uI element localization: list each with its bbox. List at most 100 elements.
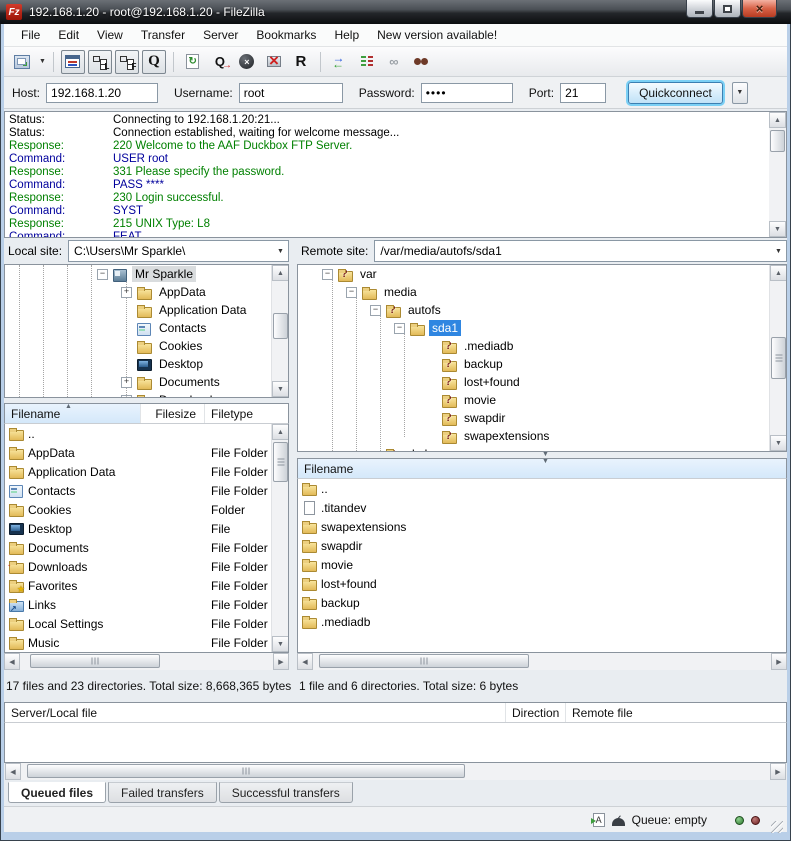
log-vertical-scrollbar[interactable]: ▲ ▼ bbox=[769, 112, 786, 237]
tree-expander[interactable] bbox=[97, 269, 108, 280]
tree-expander[interactable] bbox=[394, 323, 405, 334]
tree-node[interactable]: AppData bbox=[121, 283, 271, 301]
table-row[interactable]: .. bbox=[5, 424, 271, 443]
column-header-filename[interactable]: Filename ▼ bbox=[298, 459, 786, 478]
local-list-vertical-scrollbar[interactable]: ▲ ▼ bbox=[271, 424, 288, 652]
sash-collapse-icon[interactable]: ▼ bbox=[542, 451, 549, 458]
tree-node[interactable]: lost+found bbox=[426, 373, 769, 391]
scroll-down-arrow[interactable]: ▼ bbox=[272, 381, 289, 397]
site-manager-dropdown[interactable]: ▼ bbox=[39, 58, 46, 65]
table-row[interactable]: swapdir bbox=[298, 536, 786, 555]
reconnect-button[interactable]: R bbox=[289, 50, 313, 74]
scroll-down-arrow[interactable]: ▼ bbox=[770, 435, 787, 451]
tree-expander[interactable] bbox=[346, 287, 357, 298]
tree-node[interactable]: swapextensions bbox=[426, 427, 769, 445]
toggle-local-tree-button[interactable] bbox=[88, 50, 112, 74]
tree-node[interactable]: movie bbox=[426, 391, 769, 409]
local-list-horizontal-scrollbar[interactable]: ◀ ▶ bbox=[4, 653, 289, 670]
chevron-down-icon[interactable]: ▼ bbox=[273, 241, 288, 261]
table-row[interactable]: Music File Folder bbox=[5, 633, 271, 652]
local-site-combobox[interactable]: C:\Users\Mr Sparkle\ ▼ bbox=[68, 240, 289, 262]
tree-node[interactable]: sda1 bbox=[394, 319, 769, 337]
tree-node[interactable]: media bbox=[346, 283, 769, 301]
minimize-button[interactable] bbox=[686, 0, 713, 18]
table-row[interactable]: .mediadb bbox=[298, 612, 786, 631]
scroll-right-arrow[interactable]: ▶ bbox=[771, 653, 787, 670]
table-row[interactable]: Favorites File Folder bbox=[5, 576, 271, 595]
port-input[interactable] bbox=[560, 83, 606, 103]
tree-node[interactable]: Documents bbox=[121, 373, 271, 391]
table-row[interactable]: Downloads File Folder bbox=[5, 557, 271, 576]
maximize-button[interactable] bbox=[714, 0, 741, 18]
tree-node[interactable]: .mediadb bbox=[426, 337, 769, 355]
username-input[interactable] bbox=[239, 83, 343, 103]
table-row[interactable]: Contacts File Folder bbox=[5, 481, 271, 500]
tree-node[interactable]: Contacts bbox=[121, 319, 271, 337]
scroll-left-arrow[interactable]: ◀ bbox=[297, 653, 313, 670]
column-header-filetype[interactable]: Filetype bbox=[205, 404, 271, 423]
scroll-up-arrow[interactable]: ▲ bbox=[769, 112, 786, 128]
quickconnect-button[interactable]: Quickconnect bbox=[628, 82, 723, 104]
remote-list-horizontal-scrollbar[interactable]: ◀ ▶ bbox=[297, 653, 787, 670]
tree-node[interactable]: Application Data bbox=[121, 301, 271, 319]
table-row[interactable]: movie bbox=[298, 555, 786, 574]
password-input[interactable] bbox=[421, 83, 513, 103]
scrollbar-thumb[interactable] bbox=[771, 337, 786, 379]
column-header-server-local-file[interactable]: Server/Local file bbox=[5, 703, 506, 722]
tree-node[interactable]: var bbox=[322, 265, 769, 283]
tree-node[interactable]: Downloads bbox=[121, 391, 271, 398]
transfer-type-icon[interactable] bbox=[593, 813, 605, 827]
column-header-filesize[interactable]: Filesize bbox=[141, 404, 205, 423]
refresh-button[interactable] bbox=[181, 50, 205, 74]
column-header-remote-file[interactable]: Remote file bbox=[566, 703, 786, 722]
tree-node[interactable]: Desktop bbox=[121, 355, 271, 373]
scroll-up-arrow[interactable]: ▲ bbox=[770, 265, 787, 281]
scroll-left-arrow[interactable]: ◀ bbox=[4, 653, 20, 670]
column-header-filename[interactable]: Filename ▲ bbox=[5, 404, 141, 423]
file-search-button[interactable] bbox=[409, 50, 433, 74]
tree-node[interactable]: swapdir bbox=[426, 409, 769, 427]
link-button[interactable]: ∞ bbox=[382, 50, 406, 74]
table-row[interactable]: lost+found bbox=[298, 574, 786, 593]
scroll-left-arrow[interactable]: ◀ bbox=[5, 763, 21, 780]
resize-grip[interactable] bbox=[771, 821, 783, 833]
menu-item[interactable]: Edit bbox=[49, 25, 88, 45]
column-header-direction[interactable]: Direction bbox=[506, 703, 566, 722]
disconnect-button[interactable] bbox=[262, 50, 286, 74]
table-row[interactable]: Cookies Folder bbox=[5, 500, 271, 519]
speed-limits-icon[interactable] bbox=[612, 818, 625, 826]
local-tree-vertical-scrollbar[interactable]: ▲ ▼ bbox=[271, 265, 288, 397]
tree-expander[interactable] bbox=[121, 377, 132, 388]
scroll-up-arrow[interactable]: ▲ bbox=[272, 424, 289, 440]
remote-tree-vertical-scrollbar[interactable]: ▲ ▼ bbox=[769, 265, 786, 451]
site-manager-button[interactable] bbox=[10, 50, 34, 74]
tree-expander[interactable] bbox=[322, 269, 333, 280]
menu-item[interactable]: Help bbox=[325, 25, 368, 45]
table-row[interactable]: Application Data File Folder bbox=[5, 462, 271, 481]
host-input[interactable] bbox=[46, 83, 158, 103]
tree-node[interactable]: autofs bbox=[370, 301, 769, 319]
quickconnect-dropdown[interactable]: ▼ bbox=[732, 82, 748, 104]
table-row[interactable]: .. bbox=[298, 479, 786, 498]
table-row[interactable]: AppData File Folder bbox=[5, 443, 271, 462]
directory-comparison-button[interactable] bbox=[328, 50, 352, 74]
table-row[interactable]: Local Settings File Folder bbox=[5, 614, 271, 633]
scroll-down-arrow[interactable]: ▼ bbox=[769, 221, 786, 237]
tree-expander[interactable] bbox=[121, 287, 132, 298]
scrollbar-thumb[interactable] bbox=[273, 313, 288, 339]
tree-expander[interactable] bbox=[370, 305, 381, 316]
chevron-down-icon[interactable]: ▼ bbox=[771, 241, 786, 261]
queue-tab[interactable]: Successful transfers bbox=[219, 782, 353, 803]
remote-site-combobox[interactable]: /var/media/autofs/sda1 ▼ bbox=[374, 240, 787, 262]
synchronized-browsing-button[interactable] bbox=[355, 50, 379, 74]
table-row[interactable]: Documents File Folder bbox=[5, 538, 271, 557]
scrollbar-thumb[interactable] bbox=[770, 130, 785, 152]
table-row[interactable]: .titandev bbox=[298, 498, 786, 517]
table-row[interactable]: Links File Folder bbox=[5, 595, 271, 614]
tree-node[interactable]: dvd bbox=[370, 445, 769, 452]
cancel-operation-button[interactable]: × bbox=[235, 50, 259, 74]
scrollbar-thumb[interactable] bbox=[27, 764, 465, 778]
menu-item[interactable]: View bbox=[88, 25, 132, 45]
tree-expander[interactable] bbox=[121, 395, 132, 399]
scroll-up-arrow[interactable]: ▲ bbox=[272, 265, 289, 281]
